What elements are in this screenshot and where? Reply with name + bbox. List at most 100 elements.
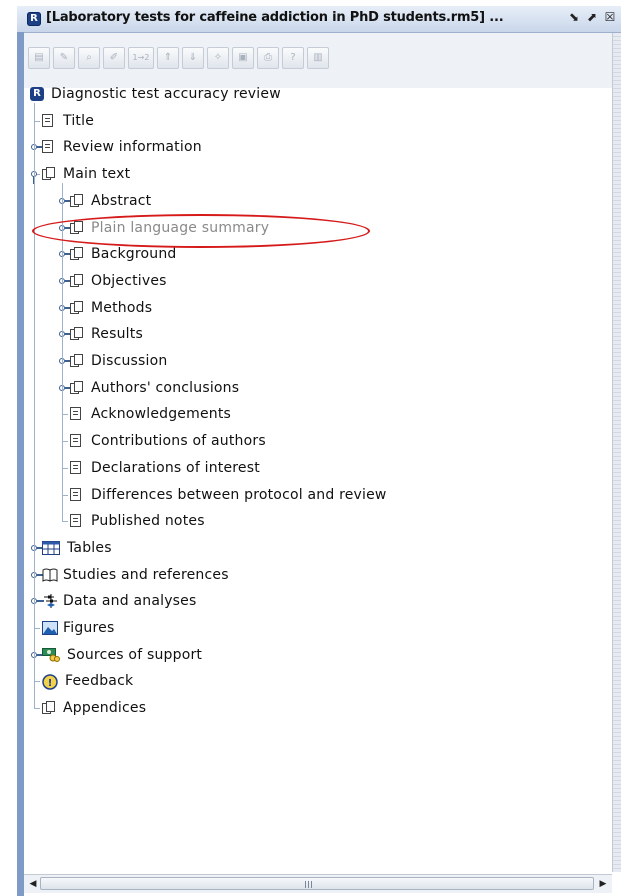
window-frame-left	[17, 32, 24, 896]
add-icon[interactable]: ▣	[232, 47, 254, 69]
wizard-icon[interactable]: ✧	[207, 47, 229, 69]
tree-item-feedback[interactable]: ! Feedback	[42, 670, 133, 692]
tree-item-label: Published notes	[91, 513, 205, 530]
money-icon	[42, 647, 60, 662]
renumber-icon[interactable]: 1→2	[128, 47, 154, 69]
expand-handle-icon[interactable]	[31, 544, 44, 552]
tree-item-main-text[interactable]: Main text	[42, 163, 130, 185]
maximize-icon[interactable]: ⬈	[584, 9, 600, 25]
expand-handle-icon[interactable]	[59, 277, 72, 285]
expand-handle-icon[interactable]	[31, 143, 44, 151]
toolbar-buttons: ▤ ✎ ⌕ ✐ 1→2 ⇑ ⇓ ✧ ▣ ⎙? ▥	[28, 47, 329, 71]
tree-item-acknowledgements[interactable]: Acknowledgements	[70, 403, 231, 425]
scroll-right-icon[interactable]: ▶	[596, 877, 610, 891]
vertical-scrollbar[interactable]	[612, 33, 621, 872]
move-up-icon[interactable]: ⇑	[157, 47, 179, 69]
tree-item-title[interactable]: Title	[42, 110, 94, 132]
new-item-icon[interactable]: ▤	[28, 47, 50, 69]
grip-icon	[305, 881, 312, 888]
tree-item-label: Methods	[91, 299, 153, 316]
expand-handle-icon[interactable]	[59, 357, 72, 365]
minimize-icon[interactable]: ⬊	[566, 9, 582, 25]
tree-connector	[34, 708, 40, 710]
documents-icon	[70, 300, 84, 315]
document-icon	[42, 113, 56, 128]
tree-item-differences-between-protocol-and-review[interactable]: Differences between protocol and review	[70, 484, 387, 506]
scroll-left-icon[interactable]: ◀	[26, 877, 40, 891]
documents-icon	[70, 273, 84, 288]
tree-item-label: Sources of support	[67, 646, 203, 663]
tree-item-label: Feedback	[65, 673, 134, 690]
image-icon	[42, 621, 58, 635]
book-icon	[42, 568, 58, 582]
tree-item-results[interactable]: Results	[70, 323, 143, 345]
document-icon	[70, 514, 84, 528]
document-icon	[70, 460, 84, 475]
tree-item-label: Studies and references	[63, 566, 229, 583]
tree-item-figures[interactable]: Figures	[42, 617, 114, 639]
expand-handle-icon[interactable]	[59, 384, 72, 392]
review-manager-icon: R	[30, 87, 44, 101]
tree-item-label: Background	[91, 246, 177, 263]
tree-item-methods[interactable]: Methods	[70, 297, 152, 319]
documents-icon	[42, 701, 56, 715]
feedback-icon: !	[42, 674, 58, 691]
move-down-icon[interactable]: ⇓	[182, 47, 204, 69]
close-icon[interactable]: ☒	[602, 9, 618, 25]
tree-item-label: Authors' conclusions	[91, 379, 240, 396]
window-title: [Laboratory tests for caffeine addiction…	[46, 10, 504, 25]
scroll-thumb[interactable]	[40, 877, 594, 890]
expand-handle-icon[interactable]	[59, 250, 72, 258]
print-icon[interactable]: ⎙	[257, 47, 279, 69]
tree-root[interactable]: R Diagnostic test accuracy review	[30, 83, 281, 105]
expand-handle-icon[interactable]	[59, 197, 72, 205]
tree-item-label: Data and analyses	[63, 593, 197, 610]
svg-text:!: !	[48, 678, 53, 689]
expand-handle-icon[interactable]	[31, 571, 44, 579]
tree-item-data-and-analyses[interactable]: Data and analyses	[42, 590, 196, 612]
documents-icon	[70, 193, 84, 208]
tree-item-label: Declarations of interest	[91, 459, 260, 476]
documents-icon	[70, 247, 84, 261]
tree-item-contributions-of-authors[interactable]: Contributions of authors	[70, 430, 266, 452]
tree-item-tables[interactable]: Tables	[42, 537, 112, 559]
tree-item-published-notes[interactable]: Published notes	[70, 510, 205, 532]
forest-plot-icon	[42, 594, 57, 609]
expand-handle-icon[interactable]	[31, 651, 44, 659]
tree-connector	[62, 521, 68, 523]
table-icon	[42, 540, 60, 555]
tree-item-label: Differences between protocol and review	[91, 486, 387, 503]
review-manager-app-icon: R	[27, 12, 41, 26]
tree-item-studies-and-references[interactable]: Studies and references	[42, 564, 229, 586]
help-icon[interactable]: ?	[282, 47, 304, 69]
highlight-annotation	[32, 214, 370, 248]
documents-icon	[70, 354, 84, 368]
tree-item-label: Review information	[63, 139, 202, 156]
edit-icon[interactable]: ✎	[53, 47, 75, 69]
tree-item-discussion[interactable]: Discussion	[70, 350, 167, 372]
tree-item-review-information[interactable]: Review information	[42, 136, 202, 158]
documents-icon	[70, 380, 84, 395]
collapse-handle-icon[interactable]	[31, 170, 41, 185]
expand-handle-icon[interactable]	[31, 597, 44, 605]
expand-handle-icon[interactable]	[59, 304, 72, 312]
pages-icon[interactable]: ▥	[307, 47, 329, 69]
tree-item-authors-conclusions[interactable]: Authors' conclusions	[70, 377, 239, 399]
document-icon	[70, 434, 84, 448]
tree-item-declarations-of-interest[interactable]: Declarations of interest	[70, 457, 260, 479]
tree-item-appendices[interactable]: Appendices	[42, 697, 146, 719]
tree-item-label: Appendices	[63, 700, 147, 717]
find-icon[interactable]: ⌕	[78, 47, 100, 69]
tree-item-abstract[interactable]: Abstract	[70, 190, 151, 212]
horizontal-scrollbar[interactable]: ◀ ▶	[24, 874, 612, 893]
tree-item-label: Results	[91, 326, 143, 343]
properties-icon[interactable]: ✐	[103, 47, 125, 69]
tree-item-label: Main text	[63, 166, 131, 183]
tree-item-label: Objectives	[91, 272, 167, 289]
tree-item-sources-of-support[interactable]: Sources of support	[42, 644, 202, 666]
document-icon	[42, 140, 56, 154]
expand-handle-icon[interactable]	[59, 330, 72, 338]
document-icon	[70, 407, 84, 421]
toolbar: ▤ ✎ ⌕ ✐ 1→2 ⇑ ⇓ ✧ ▣ ⎙? ▥	[24, 33, 614, 88]
tree-item-objectives[interactable]: Objectives	[70, 270, 167, 292]
